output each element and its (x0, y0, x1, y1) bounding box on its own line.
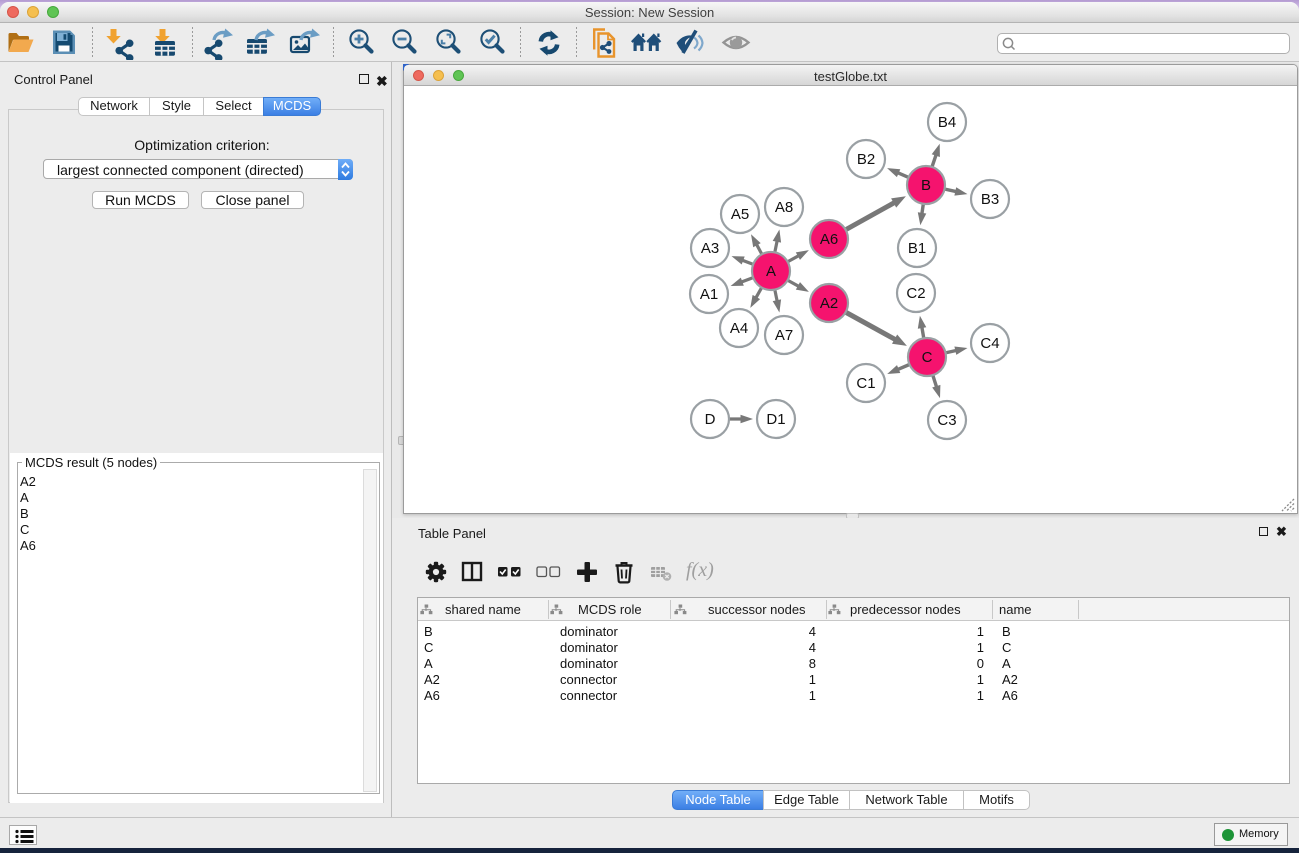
svg-text:B3: B3 (981, 191, 999, 208)
svg-text:B2: B2 (857, 151, 875, 168)
svg-text:A8: A8 (775, 199, 793, 216)
svg-text:A2: A2 (820, 295, 838, 312)
svg-text:D1: D1 (766, 411, 785, 428)
svg-text:B: B (921, 177, 931, 194)
svg-text:A: A (766, 263, 776, 280)
svg-text:C2: C2 (906, 285, 925, 302)
svg-text:B4: B4 (938, 114, 956, 131)
svg-text:D: D (705, 411, 716, 428)
svg-text:C1: C1 (856, 375, 875, 392)
svg-text:A7: A7 (775, 327, 793, 344)
svg-text:C4: C4 (980, 335, 999, 352)
svg-text:C3: C3 (937, 412, 956, 429)
svg-text:A4: A4 (730, 320, 748, 337)
svg-text:A5: A5 (731, 206, 749, 223)
svg-text:C: C (922, 349, 933, 366)
svg-text:A3: A3 (701, 240, 719, 257)
svg-text:A6: A6 (820, 231, 838, 248)
svg-text:B1: B1 (908, 240, 926, 257)
svg-text:A1: A1 (700, 286, 718, 303)
